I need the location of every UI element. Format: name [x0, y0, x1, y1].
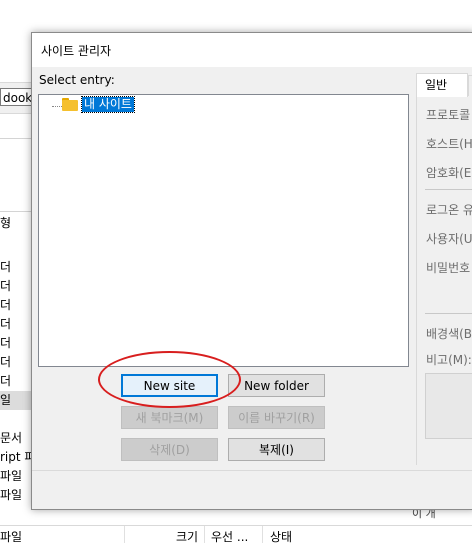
duplicate-button[interactable]: 복제(I)	[228, 438, 325, 461]
folder-icon	[62, 98, 78, 111]
password-label: 비밀번호	[426, 261, 471, 275]
tab-advanced[interactable]	[468, 75, 472, 96]
panel-divider	[425, 189, 472, 190]
new-folder-button[interactable]: New folder	[228, 374, 325, 397]
logon-type-label: 로그온 유	[426, 203, 472, 217]
comments-label: 비고(M):	[426, 353, 472, 367]
host-label: 호스트(H	[426, 137, 472, 151]
select-entry-label: Select entry:	[39, 73, 115, 87]
new-bookmark-button[interactable]: 새 북마크(M)	[121, 406, 218, 429]
dialog-footer-divider	[32, 470, 472, 471]
rename-button[interactable]: 이름 바꾸기(R)	[228, 406, 325, 429]
bg-queue-header: 파일 크기 우선 ... 상태	[0, 525, 472, 545]
tree-item-my-sites[interactable]: 내 사이트	[81, 96, 135, 113]
site-manager-dialog: 사이트 관리자 Select entry: 내 사이트 New site New…	[31, 32, 472, 510]
new-site-button[interactable]: New site	[121, 374, 218, 397]
user-label: 사용자(U	[426, 232, 472, 246]
bg-header-priority[interactable]: 우선 ...	[211, 528, 248, 545]
dialog-titlebar[interactable]: 사이트 관리자	[32, 33, 472, 67]
comments-textarea[interactable]	[425, 373, 472, 439]
bg-header-file[interactable]: 파일	[0, 528, 22, 545]
tab-general[interactable]: 일반	[416, 73, 468, 97]
panel-divider	[425, 313, 472, 314]
background-color-label: 배경색(B	[426, 327, 472, 341]
protocol-label: 프로토콜	[426, 108, 471, 122]
dialog-title: 사이트 관리자	[41, 44, 112, 58]
encryption-label: 암호화(E	[426, 166, 472, 180]
bg-header-status[interactable]: 상태	[270, 528, 292, 545]
site-tree[interactable]: 내 사이트	[38, 94, 409, 367]
bg-header-size[interactable]: 크기	[176, 528, 198, 545]
delete-button[interactable]: 삭제(D)	[121, 438, 218, 461]
